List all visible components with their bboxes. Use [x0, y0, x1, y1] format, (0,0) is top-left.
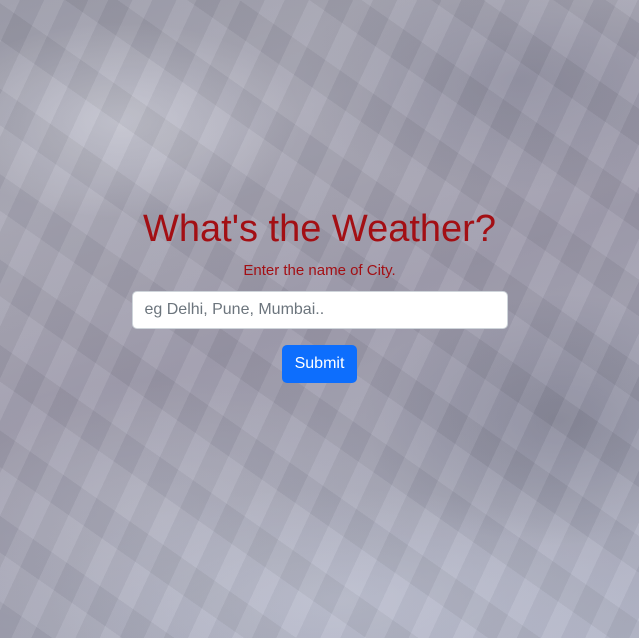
page-subtitle: Enter the name of City.: [243, 262, 396, 279]
weather-page: { "header": { "title": "What's the Weath…: [0, 0, 639, 638]
weather-form: What's the Weather? Enter the name of Ci…: [0, 205, 639, 383]
page-title: What's the Weather?: [143, 208, 496, 250]
city-search-input[interactable]: [131, 291, 508, 329]
submit-button[interactable]: Submit: [281, 345, 358, 383]
